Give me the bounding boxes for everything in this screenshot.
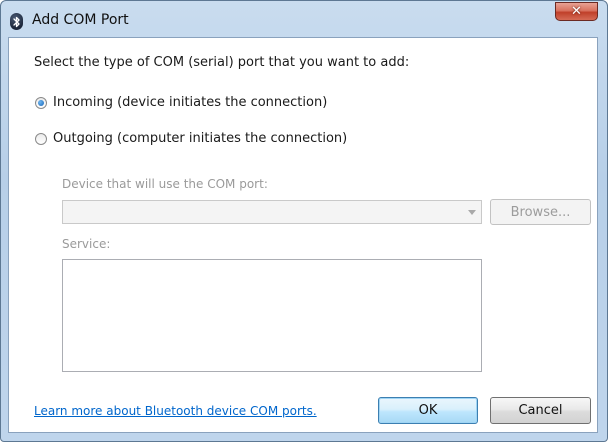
service-list[interactable]	[62, 259, 482, 372]
device-label: Device that will use the COM port:	[62, 177, 268, 191]
add-com-port-dialog: Add COM Port ✕ Select the type of COM (s…	[0, 0, 608, 442]
dialog-content: Select the type of COM (serial) port tha…	[8, 37, 598, 433]
chevron-down-icon	[468, 210, 476, 215]
title-bar[interactable]: Add COM Port ✕	[1, 1, 607, 37]
browse-button[interactable]: Browse...	[490, 199, 591, 225]
close-icon: ✕	[571, 4, 582, 19]
close-button[interactable]: ✕	[555, 2, 598, 21]
outgoing-label[interactable]: Outgoing (computer initiates the connect…	[53, 131, 347, 146]
instruction-text: Select the type of COM (serial) port tha…	[34, 55, 410, 70]
outgoing-radio[interactable]	[35, 132, 47, 145]
incoming-radio[interactable]	[35, 96, 47, 109]
bluetooth-icon	[10, 13, 23, 30]
window-title: Add COM Port	[32, 12, 129, 28]
learn-more-link[interactable]: Learn more about Bluetooth device COM po…	[34, 404, 317, 418]
incoming-option[interactable]: Incoming (device initiates the connectio…	[35, 95, 327, 110]
ok-button[interactable]: OK	[378, 397, 478, 424]
incoming-label[interactable]: Incoming (device initiates the connectio…	[53, 95, 327, 110]
cancel-button[interactable]: Cancel	[490, 397, 591, 424]
outgoing-option[interactable]: Outgoing (computer initiates the connect…	[35, 131, 347, 146]
device-dropdown[interactable]	[62, 200, 482, 224]
service-label: Service:	[62, 237, 111, 251]
